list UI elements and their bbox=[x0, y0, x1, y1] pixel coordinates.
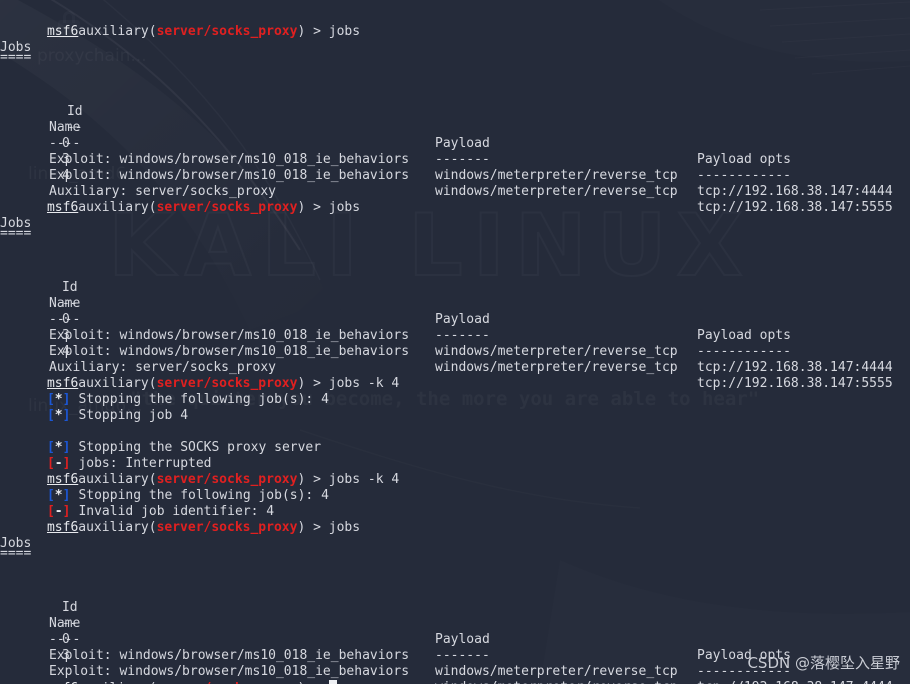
csdn-watermark: CSDN @落樱坠入星野 bbox=[747, 654, 900, 672]
status-line-info: [*] Stopping job 4 bbox=[0, 392, 188, 423]
th-payload: Payload bbox=[435, 136, 490, 151]
table-rule-1: -- ---- ------- ------------ bbox=[15, 104, 791, 183]
status-line-info: [*] Stopping the following job(s): 4 bbox=[0, 472, 329, 503]
cell-payload: windows/meterpreter/reverse_tcp bbox=[435, 344, 678, 359]
table-row: 3 Exploit: windows/browser/ms10_018_ie_b… bbox=[15, 312, 893, 391]
prompt-context-close: ) > bbox=[297, 200, 329, 215]
section-rule-1: ==== bbox=[0, 50, 32, 65]
table-row: 0 Exploit: windows/browser/ms10_018_ie_b… bbox=[15, 296, 893, 375]
cell-payload-opts: tcp://192.168.38.147:4444 bbox=[697, 360, 893, 375]
th-payload-opts: Payload opts bbox=[697, 152, 791, 167]
status-line-info: [*] Stopping the SOCKS proxy server bbox=[0, 424, 321, 455]
prompt-line-3[interactable]: msf6auxiliary(server/socks_proxy) > jobs… bbox=[0, 360, 399, 391]
prompt-line-1[interactable]: msf6auxiliary(server/socks_proxy) > jobs bbox=[0, 8, 360, 39]
info-bracket-open: [ bbox=[46, 408, 55, 423]
table-rule-3: -- ---- ------- ------------ bbox=[15, 600, 791, 679]
module-name: server/socks_proxy bbox=[156, 520, 298, 535]
rule-payload: ------- bbox=[435, 328, 490, 343]
command-text: jobs -k 4 bbox=[328, 376, 400, 391]
shell-name: msf6 bbox=[46, 520, 79, 535]
cell-payload: windows/meterpreter/reverse_tcp bbox=[435, 664, 678, 679]
cell-id: 4 bbox=[61, 168, 70, 183]
prompt-line-4[interactable]: msf6auxiliary(server/socks_proxy) > jobs… bbox=[0, 456, 399, 487]
terminal-window[interactable]: KALI LINUX "the quieter you become, the … bbox=[0, 0, 910, 684]
table-row: 0 Exploit: windows/browser/ms10_018_ie_b… bbox=[15, 616, 893, 684]
status-text: Stopping job 4 bbox=[78, 408, 189, 423]
status-line-error: [-] Invalid job identifier: 4 bbox=[0, 488, 274, 519]
text-cursor[interactable] bbox=[328, 680, 337, 684]
cell-id: 4 bbox=[61, 344, 70, 359]
prompt-context-open: auxiliary( bbox=[78, 24, 157, 39]
command-text: jobs bbox=[328, 200, 361, 215]
info-bracket-close: ] bbox=[62, 408, 71, 423]
table-header-1: Id Name Payload Payload opts bbox=[15, 88, 791, 167]
cell-payload-opts: tcp://192.168.38.147:5555 bbox=[697, 376, 893, 391]
rule-payload: ------- bbox=[435, 648, 490, 663]
prompt-context-close: ) > bbox=[297, 520, 329, 535]
rule-payload-opts: ------------ bbox=[697, 344, 791, 359]
prompt-context-close: ) > bbox=[297, 24, 329, 39]
th-payload: Payload bbox=[435, 312, 490, 327]
section-rule-2: ==== bbox=[0, 226, 32, 241]
cell-payload: windows/meterpreter/reverse_tcp bbox=[435, 680, 678, 684]
prompt-line-2[interactable]: msf6auxiliary(server/socks_proxy) > jobs bbox=[0, 184, 360, 215]
rule-payload-opts: ------------ bbox=[697, 168, 791, 183]
cell-payload: windows/meterpreter/reverse_tcp bbox=[435, 168, 678, 183]
command-text: jobs bbox=[328, 520, 361, 535]
module-name: server/socks_proxy bbox=[156, 24, 298, 39]
table-row: 4 Auxiliary: server/socks_proxy bbox=[15, 152, 276, 199]
cell-name: Exploit: windows/browser/ms10_018_ie_beh… bbox=[49, 168, 410, 183]
status-line-info: [*] Stopping the following job(s): 4 bbox=[0, 376, 329, 407]
cell-payload-opts: tcp://192.168.38.147:4444 bbox=[697, 680, 893, 684]
cell-payload: windows/meterpreter/reverse_tcp bbox=[435, 184, 678, 199]
shell-name: msf6 bbox=[46, 24, 79, 39]
table-row: 3 Exploit: windows/browser/ms10_018_ie_b… bbox=[15, 632, 678, 684]
rule-payload: ------- bbox=[435, 152, 490, 167]
table-header-3: Id Name Payload Payload opts bbox=[15, 584, 791, 663]
prompt-line-5[interactable]: msf6auxiliary(server/socks_proxy) > jobs bbox=[0, 504, 360, 535]
prompt-line-active[interactable]: msf6auxiliary(server/socks_proxy) > bbox=[0, 664, 337, 684]
cell-name: Exploit: windows/browser/ms10_018_ie_beh… bbox=[49, 328, 410, 343]
table-row: 4 Auxiliary: server/socks_proxy bbox=[15, 328, 276, 375]
cell-payload: windows/meterpreter/reverse_tcp bbox=[435, 360, 678, 375]
cell-payload-opts: tcp://192.168.38.147:4444 bbox=[697, 184, 893, 199]
module-name: server/socks_proxy bbox=[156, 200, 298, 215]
th-payload-opts: Payload opts bbox=[697, 328, 791, 343]
section-rule-3: ==== bbox=[0, 546, 32, 561]
prompt-context-open: auxiliary( bbox=[78, 200, 157, 215]
info-icon: * bbox=[54, 408, 63, 423]
cell-name: Exploit: windows/browser/ms10_018_ie_beh… bbox=[49, 152, 410, 167]
command-text: jobs bbox=[328, 24, 361, 39]
cell-payload-opts: tcp://192.168.38.147:5555 bbox=[697, 200, 893, 215]
prompt-context-open: auxiliary( bbox=[78, 520, 157, 535]
command-text: jobs -k 4 bbox=[328, 472, 400, 487]
table-row: 0 Exploit: windows/browser/ms10_018_ie_b… bbox=[15, 120, 893, 199]
status-line-error: [-] jobs: Interrupted bbox=[0, 440, 212, 471]
table-header-2: Id Name Payload Payload opts bbox=[15, 264, 791, 343]
shell-name: msf6 bbox=[46, 200, 79, 215]
th-payload: Payload bbox=[435, 632, 490, 647]
cell-name: Exploit: windows/browser/ms10_018_ie_beh… bbox=[49, 648, 410, 663]
cell-id: 3 bbox=[61, 648, 70, 663]
table-row: 3 Exploit: windows/browser/ms10_018_ie_b… bbox=[15, 136, 893, 215]
terminal-output[interactable]: msf6auxiliary(server/socks_proxy) > jobs… bbox=[0, 0, 910, 684]
table-rule-2: -- ---- ------- ------------ bbox=[15, 280, 791, 359]
cell-name: Exploit: windows/browser/ms10_018_ie_beh… bbox=[49, 344, 410, 359]
